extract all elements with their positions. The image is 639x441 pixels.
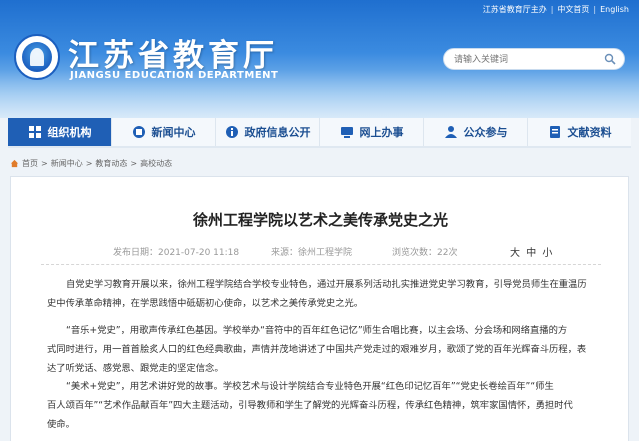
toplink-english[interactable]: English bbox=[600, 5, 629, 14]
divider: | bbox=[550, 5, 554, 14]
toplink-chinese-home[interactable]: 中文首页 bbox=[557, 4, 589, 15]
article-source: 来源：徐州工程学院 bbox=[271, 248, 353, 258]
breadcrumb-news-center[interactable]: 新闻中心 bbox=[51, 158, 83, 169]
nav-label: 组织机构 bbox=[47, 126, 92, 139]
breadcrumb: 首页 > 新闻中心 > 教育动态 > 高校动态 bbox=[10, 156, 172, 170]
paragraph-line: “音乐+党史”，用歌声传承红色基因。学校举办“音符中的百年红色记忆”师生合唱比赛… bbox=[66, 325, 568, 336]
paragraph-line: 史中传承革命精神，在学思践悟中砥砺初心使命，以艺术之美传承党史之光。 bbox=[47, 298, 364, 309]
nav-item-organization[interactable]: 组织机构 bbox=[8, 118, 112, 146]
toplink-host: 江苏省教育厅主办 bbox=[482, 5, 547, 14]
view-count: 浏览次数：22次 bbox=[392, 248, 458, 258]
breadcrumb-home[interactable]: 首页 bbox=[22, 158, 38, 169]
font-size-large-button[interactable]: 大 bbox=[510, 248, 520, 259]
paragraph-line: 自党史学习教育开展以来，徐州工程学院结合学校专业特色，通过开展系列活动扎实推进党… bbox=[66, 279, 587, 290]
nav-label: 政府信息公开 bbox=[244, 126, 311, 139]
search-input[interactable] bbox=[454, 52, 594, 67]
breadcrumb-separator: > bbox=[85, 158, 93, 168]
emblem-logo[interactable] bbox=[14, 34, 60, 80]
divider: | bbox=[593, 5, 597, 14]
nav-item-online-service[interactable]: 网上办事 bbox=[320, 118, 424, 146]
font-size-small-button[interactable]: 小 bbox=[542, 248, 552, 259]
service-icon bbox=[340, 127, 353, 138]
info-icon bbox=[225, 126, 238, 138]
article-title: 徐州工程学院以艺术之美传承党史之光 bbox=[192, 211, 448, 229]
paragraph-line: 百人颂百年”“艺术作品献百年”四大主题活动，引导教师和学生了解党的光辉奋斗历程，… bbox=[47, 400, 573, 411]
org-icon bbox=[28, 126, 41, 138]
top-links: 江苏省教育厅主办 | 中文首页 | English bbox=[483, 4, 629, 15]
paragraph-line: 使命。 bbox=[47, 419, 75, 430]
search-icon[interactable] bbox=[604, 53, 616, 65]
nav-label: 公众参与 bbox=[463, 126, 508, 139]
article-paragraph: “音乐+党史”，用歌声传承红色基因。学校举办“音符中的百年红色记忆”师生合唱比赛… bbox=[47, 321, 602, 378]
font-size-medium-button[interactable]: 中 bbox=[526, 248, 536, 259]
nav-item-news[interactable]: 新闻中心 bbox=[112, 118, 216, 146]
font-size-switcher: 大 中 小 bbox=[510, 244, 555, 259]
site-header: 江苏省教育厅主办 | 中文首页 | English 江苏省教育厅 JIANGSU… bbox=[0, 0, 639, 118]
article-paragraph: “美术+党史”，用艺术讲好党的故事。学校艺术与设计学院结合专业特色开展“红色印记… bbox=[47, 377, 602, 434]
news-icon bbox=[132, 126, 145, 138]
article-panel: 徐州工程学院以艺术之美传承党史之光 发布日期：2021-07-20 11:18 … bbox=[10, 176, 629, 441]
breadcrumb-edu-news[interactable]: 教育动态 bbox=[95, 158, 127, 169]
people-icon bbox=[444, 126, 457, 138]
breadcrumb-separator: > bbox=[41, 158, 48, 168]
emblem-leaf bbox=[30, 48, 44, 66]
nav-item-gov-info[interactable]: 政府信息公开 bbox=[216, 118, 320, 146]
article-paragraph: 自党史学习教育开展以来，徐州工程学院结合学校专业特色，通过开展系列活动扎实推进党… bbox=[47, 275, 602, 313]
site-title[interactable]: 江苏省教育厅 bbox=[68, 30, 278, 75]
paragraph-line: 达了听党话、感党恩、跟党走的坚定信念。 bbox=[47, 363, 224, 374]
paragraph-line: “美术+党史”，用艺术讲好党的故事。学校艺术与设计学院结合专业特色开展“红色印记… bbox=[66, 381, 554, 392]
nav-item-public-participation[interactable]: 公众参与 bbox=[424, 118, 528, 146]
nav-item-documents[interactable]: 文献资料 bbox=[528, 118, 631, 146]
main-nav: 组织机构 新闻中心 政府信息公开 网上办事 公众参与 文献资料 bbox=[8, 118, 631, 148]
article-meta: 发布日期：2021-07-20 11:18 来源：徐州工程学院 浏览次数：22次… bbox=[41, 239, 601, 265]
book-icon bbox=[549, 126, 560, 138]
home-icon bbox=[10, 159, 19, 167]
site-subtitle: JIANGSU EDUCATION DEPARTMENT bbox=[70, 70, 279, 81]
nav-label: 网上办事 bbox=[359, 126, 404, 139]
paragraph-line: 式同时进行，用一首首脍炙人口的红色经典歌曲，声情并茂地讲述了中国共产党走过的艰难… bbox=[47, 344, 587, 355]
nav-label: 文献资料 bbox=[567, 126, 612, 139]
search-box bbox=[443, 48, 625, 70]
nav-label: 新闻中心 bbox=[151, 126, 196, 139]
publish-date: 发布日期：2021-07-20 11:18 bbox=[113, 248, 240, 258]
breadcrumb-university-news[interactable]: 高校动态 bbox=[140, 158, 172, 169]
breadcrumb-separator: > bbox=[130, 158, 138, 168]
